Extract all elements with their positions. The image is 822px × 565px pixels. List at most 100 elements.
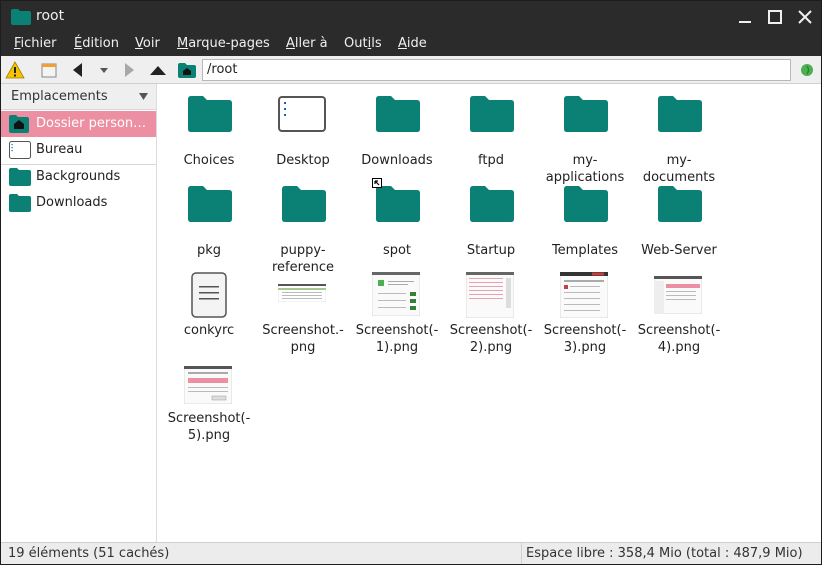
file-name: conkyrc [183,323,235,338]
forward-arrow-icon[interactable] [119,60,139,80]
file-name: spot [382,243,412,258]
file-name: Screenshot(- 5).png [167,411,251,443]
folder-icon [658,186,702,222]
file-item-screenshot-3[interactable]: Screenshot(- 3).png [540,272,630,356]
places-sidebar: Emplacements Dossier person… Bureau Back… [1,84,157,542]
warning-icon[interactable] [5,60,25,80]
toolbar: /root [1,56,821,84]
folder-icon [658,96,702,132]
file-item-web-server[interactable]: Web-Server [634,186,724,266]
image-thumbnail-icon [372,272,420,316]
folder-icon [470,186,514,222]
folder-icon [9,168,31,186]
up-arrow-icon[interactable] [148,60,168,80]
folder-icon [376,96,420,132]
desktop-icon [278,96,326,132]
file-item-startup[interactable]: Startup [446,186,536,266]
maximize-button[interactable] [765,7,785,27]
sidebar-item-home[interactable]: Dossier person… [1,111,156,137]
file-item-screenshot-1[interactable]: Screenshot(- 1).png [352,272,442,356]
menu-bar: Fichier Édition Voir Marque-pages Aller … [1,33,821,56]
close-button[interactable] [795,7,815,27]
file-item-spot[interactable]: spot [352,178,442,266]
menu-marque-pages[interactable]: Marque-pages [177,36,270,51]
chevron-down-icon[interactable] [139,93,148,101]
file-name: puppy- reference [271,243,335,275]
file-icon-view[interactable]: Choices Desktop Downloads ftpd my- appli… [158,84,821,542]
file-name: Choices [183,153,235,168]
minimize-button[interactable] [735,7,755,27]
menu-outils[interactable]: Outils [344,36,382,51]
sidebar-item-bureau[interactable]: Bureau [1,137,156,163]
file-name: Desktop [276,153,330,168]
image-thumbnail-icon [278,284,326,302]
file-item-templates[interactable]: Templates [540,186,630,266]
new-tab-icon[interactable] [39,60,59,80]
file-name: Downloads [361,153,433,168]
file-name: Screenshot.- png [262,323,344,355]
status-bar: 19 éléments (51 cachés) Espace libre : 3… [1,542,821,564]
window-title: root [36,8,65,24]
folder-icon [188,96,232,132]
file-item-my-applications[interactable]: my- applications [540,96,630,185]
file-item-pkg[interactable]: pkg [164,186,254,266]
back-arrow-icon[interactable] [68,60,88,80]
file-name: ftpd [478,153,504,168]
file-item-ftpd[interactable]: ftpd [446,96,536,176]
folder-icon [188,186,232,222]
home-icon[interactable] [177,60,197,80]
sidebar-item-backgrounds[interactable]: Backgrounds [1,164,156,190]
history-dropdown-icon[interactable] [94,60,114,80]
folder-icon [564,186,608,222]
text-file-icon [191,272,227,318]
file-name: Startup [466,243,516,258]
menu-voir[interactable]: Voir [135,36,160,51]
file-name: Screenshot(- 3).png [543,323,627,355]
file-item-screenshot-2[interactable]: Screenshot(- 2).png [446,272,536,356]
file-name: my- applications [545,153,625,185]
sidebar-item-label: Bureau [36,142,83,157]
image-thumbnail-icon [560,272,608,318]
file-name: Screenshot(- 4).png [637,323,721,355]
go-icon[interactable] [797,60,817,80]
folder-icon [564,96,608,132]
file-manager-window: root Fichier Édition Voir Marque-pages A… [0,0,822,565]
file-item-choices[interactable]: Choices [164,96,254,176]
symlink-emblem-icon [372,178,382,188]
item-count-status: 19 éléments (51 cachés) [8,546,170,561]
file-item-desktop[interactable]: Desktop [258,96,348,176]
folder-icon [282,186,326,222]
file-name: pkg [196,243,222,258]
image-thumbnail-icon [466,272,514,318]
title-bar[interactable]: root [1,1,821,33]
sidebar-title: Emplacements [11,89,108,104]
file-name: my- documents [642,153,716,185]
file-name: Templates [551,243,619,258]
file-name: Screenshot(- 1).png [355,323,439,355]
file-name: Web-Server [641,243,717,258]
menu-aide[interactable]: Aide [398,36,427,51]
sidebar-item-downloads[interactable]: Downloads [1,190,156,216]
file-item-puppy-reference[interactable]: puppy- reference [258,186,348,275]
file-item-my-documents[interactable]: my- documents [634,96,724,185]
file-item-conkyrc[interactable]: conkyrc [164,272,254,356]
folder-icon [376,186,420,222]
menu-fichier[interactable]: Fichier [14,36,57,51]
location-input[interactable]: /root [202,59,791,81]
file-item-downloads[interactable]: Downloads [352,96,442,176]
file-item-screenshot-5[interactable]: Screenshot(- 5).png [164,366,254,450]
sidebar-item-label: Dossier person… [36,116,147,131]
sidebar-item-label: Backgrounds [36,169,121,184]
folder-icon [470,96,514,132]
menu-aller[interactable]: Aller à [286,36,328,51]
file-item-screenshot[interactable]: Screenshot.- png [258,272,348,356]
home-folder-icon [9,115,29,133]
sidebar-item-label: Downloads [36,195,108,210]
image-thumbnail-icon [654,276,702,314]
folder-icon [9,194,31,212]
image-thumbnail-icon [184,366,232,404]
file-item-screenshot-4[interactable]: Screenshot(- 4).png [634,272,724,356]
free-space-status: Espace libre : 358,4 Mio (total : 487,9 … [521,543,803,564]
sidebar-header[interactable]: Emplacements [1,84,156,110]
menu-edition[interactable]: Édition [74,36,119,51]
